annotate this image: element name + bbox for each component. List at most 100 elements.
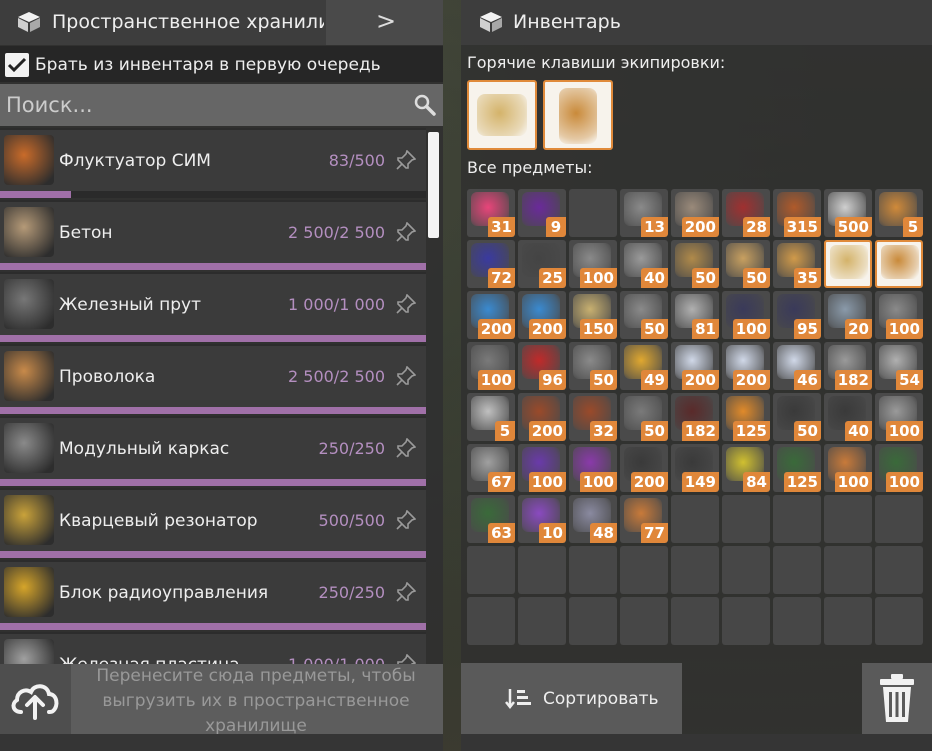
storage-item-row[interactable]: Блок радиоуправления 250/250 xyxy=(0,560,426,630)
inventory-slot-empty[interactable] xyxy=(620,597,668,645)
inventory-slot[interactable]: 84 xyxy=(722,444,770,492)
inventory-slot-empty[interactable] xyxy=(773,546,821,594)
inventory-slot-empty[interactable] xyxy=(722,495,770,543)
inventory-slot[interactable]: 40 xyxy=(620,240,668,288)
inventory-slot[interactable]: 125 xyxy=(773,444,821,492)
inventory-slot[interactable]: 200 xyxy=(518,393,566,441)
inventory-slot-empty[interactable] xyxy=(467,546,515,594)
storage-item-row[interactable]: Флуктуатор СИМ 83/500 xyxy=(0,128,426,198)
inventory-slot[interactable]: 67 xyxy=(467,444,515,492)
pin-icon[interactable] xyxy=(396,510,416,530)
upload-dropzone[interactable]: Перенесите сюда предметы, чтобы выгрузит… xyxy=(0,664,443,736)
inventory-slot[interactable]: 200 xyxy=(467,291,515,339)
inventory-slot[interactable]: 150 xyxy=(569,291,617,339)
inventory-slot[interactable]: 200 xyxy=(518,291,566,339)
inventory-slot[interactable]: 182 xyxy=(671,393,719,441)
storage-item-row[interactable]: Железная пластина 1 000/1 000 xyxy=(0,632,426,664)
inventory-slot[interactable]: 54 xyxy=(875,342,923,390)
inventory-slot-empty[interactable] xyxy=(824,597,872,645)
pin-icon[interactable] xyxy=(396,582,416,602)
inventory-slot[interactable]: 5 xyxy=(467,393,515,441)
pin-icon[interactable] xyxy=(396,654,416,664)
next-button[interactable]: > xyxy=(326,0,443,45)
inventory-slot[interactable]: 77 xyxy=(620,495,668,543)
inventory-slot-empty[interactable] xyxy=(773,495,821,543)
inventory-slot[interactable]: 72 xyxy=(467,240,515,288)
inventory-slot[interactable]: 100 xyxy=(722,291,770,339)
inventory-slot[interactable]: 50 xyxy=(671,240,719,288)
inventory-slot-empty[interactable] xyxy=(722,597,770,645)
inventory-slot[interactable]: 46 xyxy=(773,342,821,390)
inventory-slot[interactable]: 200 xyxy=(671,342,719,390)
inventory-slot[interactable]: 9 xyxy=(518,189,566,237)
storage-item-list[interactable]: Флуктуатор СИМ 83/500 Бетон 2 500/2 500 Желе… xyxy=(0,128,426,664)
inventory-slot-empty[interactable] xyxy=(824,546,872,594)
inventory-slot[interactable]: 63 xyxy=(467,495,515,543)
inventory-slot[interactable]: 100 xyxy=(569,240,617,288)
pin-icon[interactable] xyxy=(396,294,416,314)
inventory-slot[interactable]: 200 xyxy=(620,444,668,492)
hotkey-slot-1[interactable] xyxy=(467,80,537,150)
inventory-slot[interactable]: 28 xyxy=(722,189,770,237)
inventory-slot[interactable]: 96 xyxy=(518,342,566,390)
inventory-slot[interactable]: 100 xyxy=(569,444,617,492)
inventory-slot[interactable]: 81 xyxy=(671,291,719,339)
inventory-slot[interactable]: 25 xyxy=(518,240,566,288)
inventory-slot[interactable]: 50 xyxy=(722,240,770,288)
search-icon[interactable] xyxy=(413,93,437,117)
pin-icon[interactable] xyxy=(396,438,416,458)
inventory-slot[interactable]: 50 xyxy=(620,393,668,441)
pin-icon[interactable] xyxy=(396,222,416,242)
sort-button[interactable]: Сортировать xyxy=(461,663,682,734)
inventory-slot-empty[interactable] xyxy=(875,597,923,645)
inventory-slot[interactable]: 100 xyxy=(875,393,923,441)
storage-item-row[interactable]: Железный прут 1 000/1 000 xyxy=(0,272,426,342)
prefer-inventory-checkbox[interactable] xyxy=(5,53,29,77)
inventory-slot[interactable]: 200 xyxy=(671,189,719,237)
inventory-slot-empty[interactable] xyxy=(875,546,923,594)
inventory-slot[interactable]: 40 xyxy=(824,393,872,441)
storage-item-row[interactable]: Кварцевый резонатор 500/500 xyxy=(0,488,426,558)
inventory-slot-empty[interactable] xyxy=(569,546,617,594)
hotkey-slot-2[interactable] xyxy=(543,80,613,150)
trash-button[interactable] xyxy=(862,663,932,734)
inventory-slot[interactable]: 149 xyxy=(671,444,719,492)
inventory-slot-empty[interactable] xyxy=(773,597,821,645)
inventory-slot-empty[interactable] xyxy=(620,546,668,594)
inventory-slot-empty[interactable] xyxy=(569,597,617,645)
inventory-slot[interactable]: 100 xyxy=(875,444,923,492)
search-input[interactable]: Поиск... xyxy=(0,84,443,126)
storage-scrollbar[interactable] xyxy=(428,132,439,238)
inventory-slot[interactable]: 315 xyxy=(773,189,821,237)
inventory-slot[interactable]: 5 xyxy=(875,189,923,237)
storage-item-row[interactable]: Проволока 2 500/2 500 xyxy=(0,344,426,414)
storage-item-row[interactable]: Бетон 2 500/2 500 xyxy=(0,200,426,270)
inventory-slot[interactable]: 13 xyxy=(620,189,668,237)
pin-icon[interactable] xyxy=(396,366,416,386)
inventory-slot[interactable]: 100 xyxy=(467,342,515,390)
inventory-slot[interactable]: 10 xyxy=(518,495,566,543)
inventory-slot[interactable]: 50 xyxy=(620,291,668,339)
inventory-slot[interactable]: 100 xyxy=(518,444,566,492)
inventory-slot[interactable] xyxy=(875,240,923,288)
inventory-slot[interactable]: 35 xyxy=(773,240,821,288)
inventory-slot-empty[interactable] xyxy=(518,546,566,594)
inventory-slot-empty[interactable] xyxy=(671,597,719,645)
inventory-slot-empty[interactable] xyxy=(671,495,719,543)
inventory-slot-empty[interactable] xyxy=(824,495,872,543)
storage-item-row[interactable]: Модульный каркас 250/250 xyxy=(0,416,426,486)
inventory-slot[interactable]: 100 xyxy=(824,444,872,492)
pin-icon[interactable] xyxy=(396,150,416,170)
inventory-slot[interactable]: 100 xyxy=(875,291,923,339)
prefer-inventory-toggle[interactable]: Брать из инвентаря в первую очередь xyxy=(0,46,443,82)
inventory-slot[interactable]: 182 xyxy=(824,342,872,390)
inventory-slot[interactable]: 50 xyxy=(773,393,821,441)
inventory-slot[interactable]: 50 xyxy=(569,342,617,390)
inventory-slot-empty[interactable] xyxy=(875,495,923,543)
inventory-slot-empty[interactable] xyxy=(722,546,770,594)
inventory-slot-empty[interactable] xyxy=(518,597,566,645)
inventory-slot-empty[interactable] xyxy=(467,597,515,645)
inventory-slot[interactable]: 95 xyxy=(773,291,821,339)
inventory-slot-empty[interactable] xyxy=(671,546,719,594)
inventory-slot[interactable]: 32 xyxy=(569,393,617,441)
